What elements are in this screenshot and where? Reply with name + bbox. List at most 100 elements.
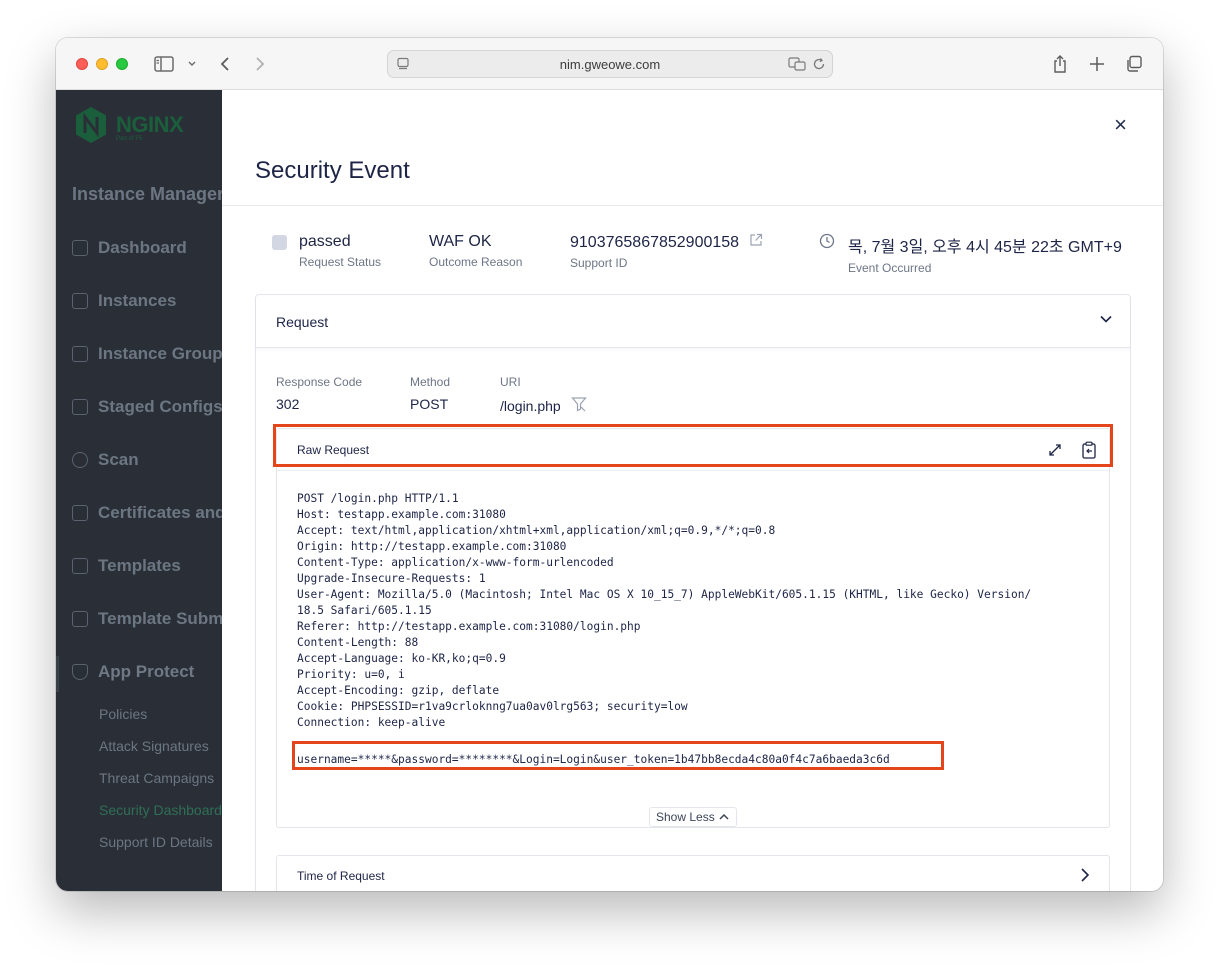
response-code-field: Response Code 302 bbox=[276, 375, 362, 412]
raw-request-line: Accept-Language: ko-KR,ko;q=0.9 bbox=[297, 652, 506, 665]
show-less-button[interactable]: Show Less bbox=[649, 807, 737, 827]
request-card-header[interactable]: Request bbox=[256, 295, 1130, 348]
sidebar-item-instance-groups[interactable]: Instance Groups bbox=[72, 344, 222, 364]
certificate-icon bbox=[72, 505, 88, 521]
logo-text: NGINX bbox=[116, 112, 184, 137]
archive-icon bbox=[72, 611, 88, 627]
raw-request-line: Upgrade-Insecure-Requests: 1 bbox=[297, 572, 486, 585]
nginx-logo[interactable]: NGINX Part of F5 bbox=[74, 106, 184, 144]
sidebar-item-label: Dashboard bbox=[98, 238, 187, 257]
raw-request-text: POST /login.php HTTP/1.1 Host: testapp.ex… bbox=[297, 491, 1093, 731]
sidebar-item-template-submissions[interactable]: Template Submissions bbox=[72, 609, 222, 629]
event-occurred-field: 목, 7월 3일, 오후 4시 45분 22초 GMT+9 Event Occu… bbox=[848, 233, 1122, 275]
divider bbox=[222, 205, 1163, 206]
outcome-reason-value: WAF OK bbox=[429, 233, 492, 250]
chevron-down-icon[interactable] bbox=[1098, 311, 1114, 332]
server-icon bbox=[72, 293, 88, 309]
raw-request-line: Origin: http://testapp.example.com:31080 bbox=[297, 540, 567, 553]
sidebar-subitem-policies[interactable]: Policies bbox=[99, 706, 147, 722]
uri-value: /login.php bbox=[500, 397, 561, 414]
sidebar-item-scan[interactable]: Scan bbox=[72, 450, 139, 470]
logo-subtext: Part of F5 bbox=[116, 136, 143, 142]
translate-icon[interactable] bbox=[788, 57, 806, 76]
sidebar-item-label: Templates bbox=[98, 556, 181, 575]
event-occurred-value: 목, 7월 3일, 오후 4시 45분 22초 GMT+9 bbox=[848, 239, 1122, 256]
sidebar-subitem-threat-campaigns[interactable]: Threat Campaigns bbox=[99, 770, 214, 786]
time-of-request-label: Time of Request bbox=[297, 869, 385, 883]
panel-title: Security Event bbox=[255, 157, 410, 184]
clock-icon bbox=[819, 233, 835, 254]
raw-request-box: Raw Request POST /login.php HTTP/1.1 Host… bbox=[273, 424, 1113, 828]
raw-request-line: User-Agent: Mozilla/5.0 (Macintosh; Inte… bbox=[297, 588, 1032, 601]
url-text[interactable]: nim.gweowe.com bbox=[388, 57, 832, 72]
forward-icon[interactable] bbox=[251, 52, 269, 76]
request-status-label: Request Status bbox=[299, 255, 382, 269]
raw-request-line: Accept: text/html,application/xhtml+xml,… bbox=[297, 524, 776, 537]
share-icon[interactable] bbox=[1050, 52, 1070, 76]
external-link-icon[interactable] bbox=[749, 233, 763, 252]
outcome-reason-label: Outcome Reason bbox=[429, 255, 523, 269]
sidebar-item-label: Template Submissions bbox=[98, 609, 222, 628]
sidebar-item-label: Certificates and Keys bbox=[98, 503, 222, 522]
address-bar[interactable]: nim.gweowe.com bbox=[387, 50, 833, 78]
method-field: Method POST bbox=[410, 375, 450, 412]
support-id-label: Support ID bbox=[570, 256, 628, 270]
sidebar-item-certificates[interactable]: Certificates and Keys bbox=[72, 503, 222, 523]
sidebar-item-dashboard[interactable]: Dashboard bbox=[72, 238, 187, 258]
sidebar-item-label: Scan bbox=[98, 450, 139, 469]
chevron-right-icon[interactable] bbox=[1079, 867, 1091, 888]
raw-request-line: Accept-Encoding: gzip, deflate bbox=[297, 684, 500, 697]
sidebar-item-label: Instances bbox=[98, 291, 177, 310]
sidebar-toggle-icon[interactable] bbox=[153, 52, 175, 76]
support-id-value: 9103765867852900158 bbox=[570, 233, 740, 251]
chevron-up-icon bbox=[719, 813, 729, 820]
scan-icon bbox=[72, 452, 88, 468]
group-icon bbox=[72, 346, 88, 362]
show-less-label: Show Less bbox=[656, 810, 715, 824]
response-code-value: 302 bbox=[276, 396, 300, 412]
filter-icon[interactable] bbox=[570, 396, 587, 415]
minimize-window-button[interactable] bbox=[96, 58, 108, 70]
sidebar-item-label: Staged Configs bbox=[98, 397, 222, 416]
raw-request-line: Host: testapp.example.com:31080 bbox=[297, 508, 506, 521]
sidebar-subitem-security-dashboard[interactable]: Security Dashboard bbox=[99, 802, 222, 818]
nginx-hexagon-icon bbox=[76, 107, 106, 143]
sidebar: NGINX Part of F5 Instance Manager Dashbo… bbox=[56, 90, 222, 891]
sidebar-section-title: Instance Manager bbox=[72, 184, 222, 204]
status-indicator bbox=[272, 235, 287, 250]
support-id-field: 9103765867852900158 Support ID bbox=[570, 233, 763, 270]
raw-request-line: Content-Length: 88 bbox=[297, 636, 419, 649]
staged-icon bbox=[72, 399, 88, 415]
zoom-window-button[interactable] bbox=[116, 58, 128, 70]
response-code-label: Response Code bbox=[276, 375, 363, 389]
close-window-button[interactable] bbox=[76, 58, 88, 70]
sidebar-item-staged-configs[interactable]: Staged Configs bbox=[72, 397, 222, 417]
security-event-panel: × Security Event passed Request Status W… bbox=[222, 90, 1163, 891]
time-of-request-section[interactable]: Time of Request bbox=[276, 855, 1110, 891]
sidebar-item-templates[interactable]: Templates bbox=[72, 556, 181, 576]
event-occurred-label: Event Occurred bbox=[848, 261, 932, 275]
sidebar-item-label: Instance Groups bbox=[98, 344, 222, 363]
uri-field: URI /login.php bbox=[500, 375, 587, 415]
sidebar-subitem-support-id-details[interactable]: Support ID Details bbox=[99, 834, 213, 850]
tab-overview-icon[interactable] bbox=[1124, 52, 1144, 76]
chevron-down-icon[interactable] bbox=[185, 52, 199, 76]
template-icon bbox=[72, 558, 88, 574]
back-icon[interactable] bbox=[216, 52, 234, 76]
sidebar-item-label: App Protect bbox=[98, 662, 195, 681]
shield-icon bbox=[72, 664, 88, 680]
reload-icon[interactable] bbox=[812, 57, 826, 76]
sidebar-active-rail bbox=[56, 656, 59, 692]
sidebar-subitem-attack-signatures[interactable]: Attack Signatures bbox=[99, 738, 209, 754]
new-tab-icon[interactable] bbox=[1087, 52, 1107, 76]
raw-request-highlight bbox=[273, 424, 1113, 467]
request-card-title: Request bbox=[276, 314, 329, 330]
sidebar-item-instances[interactable]: Instances bbox=[72, 291, 176, 311]
raw-request-line: Priority: u=0, i bbox=[297, 668, 405, 681]
close-panel-button[interactable]: × bbox=[1114, 112, 1127, 138]
raw-request-line: 18.5 Safari/605.1.15 bbox=[297, 604, 432, 617]
sidebar-item-app-protect[interactable]: App Protect bbox=[72, 662, 194, 682]
method-label: Method bbox=[410, 375, 451, 389]
browser-toolbar: nim.gweowe.com bbox=[56, 38, 1163, 90]
request-status-value: passed bbox=[299, 233, 351, 250]
